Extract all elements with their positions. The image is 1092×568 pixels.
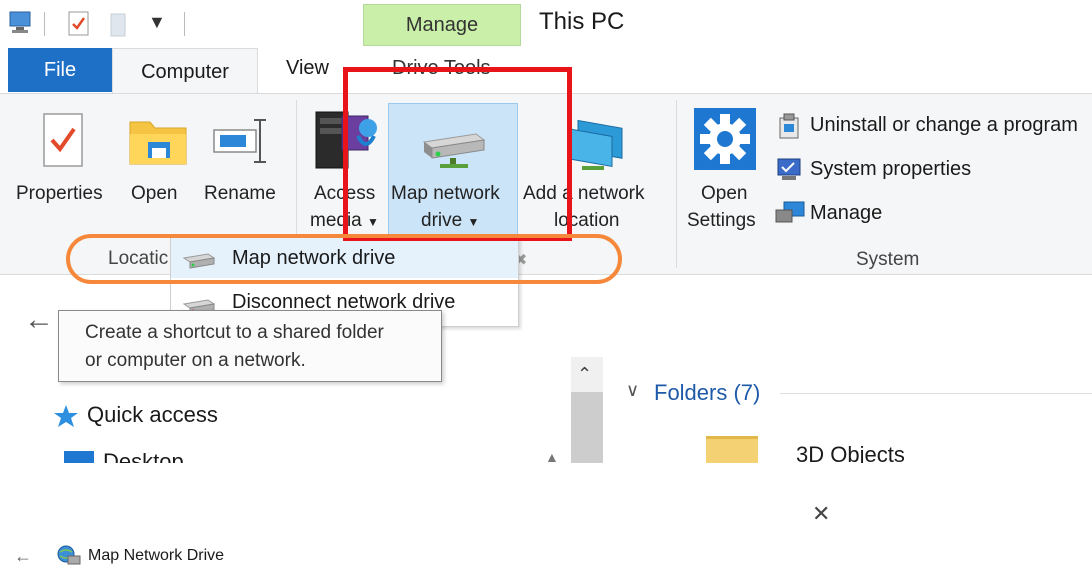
- open-button[interactable]: Open: [131, 180, 177, 207]
- context-tab-manage-header[interactable]: Manage: [363, 4, 521, 46]
- collapse-chevron-icon[interactable]: ∨: [626, 380, 639, 401]
- open-folder-icon: [129, 121, 187, 165]
- properties-icon: [43, 113, 83, 167]
- scrollbar-thumb[interactable]: [571, 392, 603, 463]
- tab-computer[interactable]: Computer: [112, 48, 258, 94]
- rename-button[interactable]: Rename: [204, 180, 276, 207]
- open-settings-button[interactable]: Settings: [687, 207, 756, 234]
- open-settings-label-1: Open: [701, 183, 748, 204]
- uninstall-program-icon: [779, 113, 799, 139]
- rename-icon: [213, 119, 266, 163]
- back-arrow-icon[interactable]: ←: [24, 303, 54, 337]
- qat-divider: [44, 12, 45, 36]
- window-title: This PC: [539, 8, 625, 35]
- system-properties-icon: [777, 158, 801, 180]
- tooltip-line-1: Create a shortcut to a shared folder: [85, 322, 384, 343]
- map-network-drive-globe-icon: [57, 545, 81, 565]
- nav-item-desktop[interactable]: Desktop: [103, 449, 184, 463]
- folders-section-header[interactable]: Folders (7): [654, 380, 760, 406]
- customize-qat-chevron-icon[interactable]: ▼: [148, 12, 166, 33]
- add-network-location-icon: [567, 119, 623, 170]
- folder-icon: [706, 436, 758, 463]
- dialog-title: Map Network Drive: [88, 547, 225, 564]
- computer-manage-button[interactable]: Manage: [810, 202, 882, 225]
- section-divider: [780, 393, 1092, 394]
- qat-divider: [184, 12, 185, 36]
- quick-access-star-icon: [54, 405, 78, 427]
- close-icon[interactable]: ✕: [812, 501, 830, 527]
- properties-button[interactable]: Properties: [16, 180, 103, 207]
- group-separator: [676, 100, 677, 268]
- tab-view[interactable]: View: [286, 57, 329, 80]
- dialog-back-arrow-icon[interactable]: ←: [14, 546, 32, 567]
- scroll-up-chevron-icon[interactable]: ⌃: [577, 364, 592, 385]
- system-group-label: System: [856, 249, 920, 270]
- this-pc-icon[interactable]: [8, 10, 34, 36]
- settings-gear-icon: [694, 108, 756, 170]
- annotation-orange-oval: [66, 234, 622, 284]
- system-properties-button[interactable]: System properties: [810, 158, 971, 181]
- tab-file[interactable]: File: [8, 48, 112, 92]
- tooltip: Create a shortcut to a shared folder or …: [58, 310, 442, 382]
- pin-icon: ▲: [545, 449, 559, 463]
- computer-manage-icon: [775, 201, 805, 223]
- folder-item-3d-objects[interactable]: 3D Objects: [796, 442, 905, 463]
- uninstall-program-button[interactable]: Uninstall or change a program: [810, 114, 1078, 137]
- properties-check-icon[interactable]: [66, 10, 92, 38]
- new-folder-icon[interactable]: [108, 10, 132, 38]
- tooltip-line-2: or computer on a network.: [85, 350, 306, 371]
- nav-item-quick-access[interactable]: Quick access: [87, 402, 218, 428]
- desktop-icon: [64, 451, 94, 463]
- annotation-red-box: [343, 67, 572, 241]
